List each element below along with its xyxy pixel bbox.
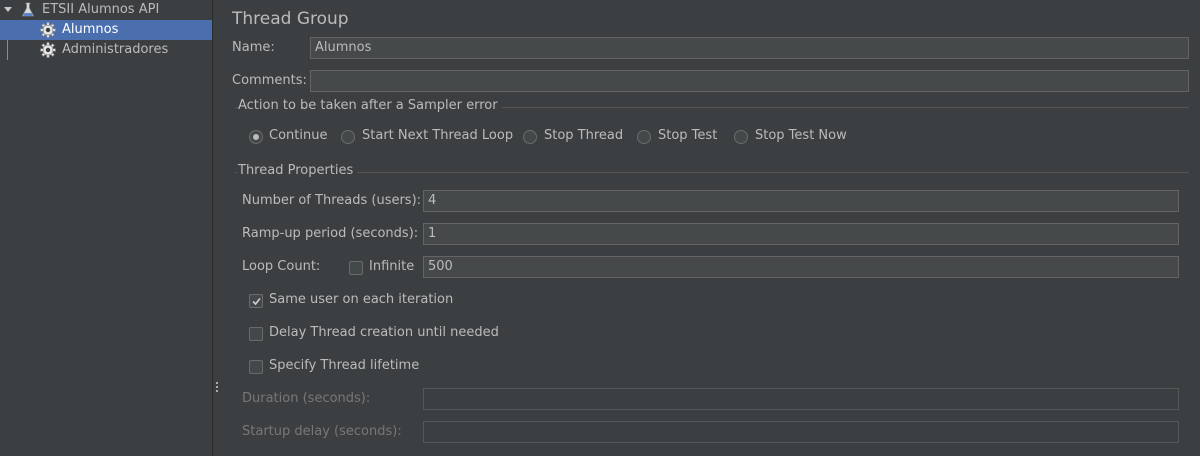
radio-start-next-thread-loop[interactable] bbox=[341, 130, 355, 144]
thread-properties-section-title: Thread Properties bbox=[238, 163, 358, 178]
name-label: Name: bbox=[232, 40, 275, 55]
gear-icon bbox=[40, 22, 56, 38]
radio-stop-test-label[interactable]: Stop Test bbox=[658, 126, 717, 146]
radio-stop-test-now-label[interactable]: Stop Test Now bbox=[755, 126, 847, 146]
gear-icon bbox=[40, 42, 56, 58]
radio-stop-test[interactable] bbox=[637, 130, 651, 144]
rampup-field[interactable]: 1 bbox=[423, 223, 1179, 245]
comments-field[interactable] bbox=[310, 70, 1189, 92]
delay-thread-checkbox[interactable] bbox=[249, 327, 263, 341]
rampup-label: Ramp-up period (seconds): bbox=[242, 226, 419, 241]
page-title: Thread Group bbox=[232, 9, 349, 29]
startup-delay-label: Startup delay (seconds): bbox=[242, 424, 402, 439]
radio-continue[interactable] bbox=[249, 130, 263, 144]
threads-field[interactable]: 4 bbox=[423, 190, 1179, 212]
tree-root-node[interactable]: ETSII Alumnos API bbox=[0, 0, 212, 20]
tree-root-label: ETSII Alumnos API bbox=[42, 2, 160, 17]
thread-group-panel: Thread Group Name: Alumnos Comments: Act… bbox=[221, 0, 1200, 456]
thread-lifetime-label[interactable]: Specify Thread lifetime bbox=[269, 356, 419, 376]
tree-item-label: Alumnos bbox=[62, 22, 119, 37]
tree-item-label: Administradores bbox=[62, 42, 169, 57]
duration-label: Duration (seconds): bbox=[242, 391, 371, 406]
sampler-error-section-title: Action to be taken after a Sampler error bbox=[238, 98, 502, 113]
same-user-checkbox[interactable] bbox=[249, 294, 263, 308]
flask-icon bbox=[20, 2, 36, 18]
tree-item-administradores[interactable]: Administradores bbox=[0, 40, 212, 60]
test-plan-tree: ETSII Alumnos API Alumnos Administradore… bbox=[0, 0, 212, 456]
radio-stop-thread[interactable] bbox=[523, 130, 537, 144]
radio-stop-test-now[interactable] bbox=[734, 130, 748, 144]
tree-item-alumnos[interactable]: Alumnos bbox=[0, 20, 212, 40]
checkmark-icon bbox=[252, 297, 261, 306]
radio-continue-label[interactable]: Continue bbox=[269, 126, 327, 146]
infinite-label[interactable]: Infinite bbox=[369, 257, 414, 277]
delay-thread-label[interactable]: Delay Thread creation until needed bbox=[269, 323, 499, 343]
loop-count-field[interactable]: 500 bbox=[423, 256, 1179, 278]
radio-stop-thread-label[interactable]: Stop Thread bbox=[544, 126, 623, 146]
threads-label: Number of Threads (users): bbox=[242, 193, 422, 208]
infinite-checkbox[interactable] bbox=[349, 261, 363, 275]
panel-splitter[interactable] bbox=[212, 0, 221, 456]
loop-count-label: Loop Count: bbox=[242, 259, 321, 274]
radio-start-next-thread-loop-label[interactable]: Start Next Thread Loop bbox=[362, 126, 513, 146]
duration-field bbox=[423, 388, 1179, 410]
comments-label: Comments: bbox=[232, 73, 307, 88]
splitter-grip-icon[interactable] bbox=[216, 382, 219, 394]
expand-triangle-icon[interactable] bbox=[4, 7, 12, 12]
name-field[interactable]: Alumnos bbox=[310, 37, 1189, 59]
same-user-label[interactable]: Same user on each iteration bbox=[269, 290, 453, 310]
thread-lifetime-checkbox[interactable] bbox=[249, 360, 263, 374]
startup-delay-field bbox=[423, 421, 1179, 443]
section-divider bbox=[235, 172, 1189, 173]
